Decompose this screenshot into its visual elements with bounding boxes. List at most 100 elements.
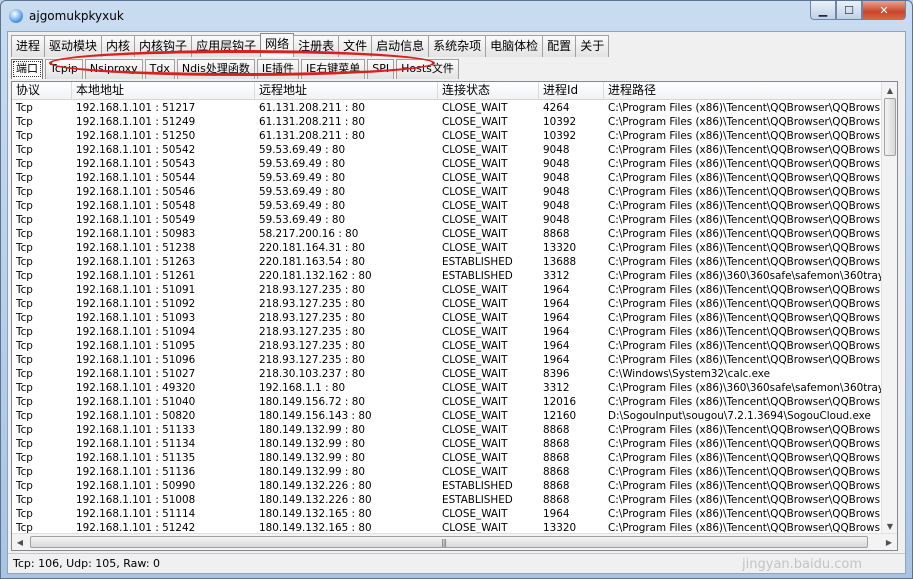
table-cell: 192.168.1.1 : 80 [259,382,346,394]
table-row[interactable]: Tcp 192.168.1.101 : 50983 58.217.200.16 : … [12,227,882,241]
table-row[interactable]: Tcp 192.168.1.101 : 51217 61.131.208.211 :… [12,101,882,115]
vertical-scroll-thumb[interactable] [884,98,896,156]
table-row[interactable]: Tcp 192.168.1.101 : 51261 220.181.132.162 … [12,269,882,283]
table-cell: CLOSE_WAIT [442,396,508,408]
grip-icon: ||| [441,538,447,547]
table-row[interactable]: Tcp 192.168.1.101 : 51250 61.131.208.211 :… [12,129,882,143]
column-header[interactable]: 连接状态 [438,82,539,100]
title-bar[interactable]: ajgomukpkyxuk ▁ ☐ ✕ [1,1,912,31]
table-row[interactable]: Tcp 192.168.1.101 : 50549 59.53.69.49 : 80… [12,213,882,227]
minimize-button[interactable]: ▁ [810,1,836,20]
table-cell: Tcp [16,340,33,352]
column-header[interactable]: 远程地址 [255,82,438,100]
table-row[interactable]: Tcp 192.168.1.101 : 51238 220.181.164.31 :… [12,241,882,255]
table-row[interactable]: Tcp 192.168.1.101 : 51040 180.149.156.72 :… [12,395,882,409]
table-row[interactable]: Tcp 192.168.1.101 : 50548 59.53.69.49 : 80… [12,199,882,213]
table-row[interactable]: Tcp 192.168.1.101 : 50543 59.53.69.49 : 80… [12,157,882,171]
main-tab[interactable]: 系统杂项 [428,35,487,57]
table-cell: C:\Program Files (x86)\Tencent\QQBrowser… [608,326,882,338]
table-row[interactable]: Tcp 192.168.1.101 : 50542 59.53.69.49 : 80… [12,143,882,157]
column-header[interactable]: 本地地址 [72,82,255,100]
table-cell: Tcp [16,410,33,422]
table-cell: 218.93.127.235 : 80 [259,326,365,338]
table-row[interactable]: Tcp 192.168.1.101 : 51095 218.93.127.235 :… [12,339,882,353]
table-cell: C:\Program Files (x86)\Tencent\QQBrowser… [608,438,882,450]
table-cell: 192.168.1.101 : 51261 [76,270,196,282]
column-header[interactable]: 协议 [12,82,72,100]
table-cell: 218.93.127.235 : 80 [259,298,365,310]
table-cell: 59.53.69.49 : 80 [259,158,346,170]
table-cell: Tcp [16,438,33,450]
column-header[interactable]: 进程路径 [604,82,882,100]
table-row[interactable]: Tcp 192.168.1.101 : 51136 180.149.132.99 :… [12,465,882,479]
table-cell: 192.168.1.101 : 51263 [76,256,196,268]
table-cell: C:\Program Files (x86)\Tencent\QQBrowser… [608,298,882,310]
table-cell: 9048 [543,158,570,170]
table-row[interactable]: Tcp 192.168.1.101 : 51093 218.93.127.235 :… [12,311,882,325]
table-row[interactable]: Tcp 192.168.1.101 : 51091 218.93.127.235 :… [12,283,882,297]
table-cell: C:\Program Files (x86)\Tencent\QQBrowser… [608,242,882,254]
table-row[interactable]: Tcp 192.168.1.101 : 51096 218.93.127.235 :… [12,353,882,367]
table-cell: 192.168.1.101 : 51040 [76,396,196,408]
table-cell: 1964 [543,284,570,296]
table-cell: CLOSE_WAIT [442,214,508,226]
table-cell: 180.149.132.99 : 80 [259,466,365,478]
scroll-down-icon[interactable]: ▼ [882,518,897,534]
table-cell: C:\Program Files (x86)\360\360safe\safem… [608,382,882,394]
table-row[interactable]: Tcp 192.168.1.101 : 51092 218.93.127.235 :… [12,297,882,311]
table-cell: 59.53.69.49 : 80 [259,214,346,226]
table-cell: CLOSE_WAIT [442,340,508,352]
horizontal-scrollbar[interactable]: ◀ ||| ▶ [12,533,897,550]
table-cell: 9048 [543,144,570,156]
table-row[interactable]: Tcp 192.168.1.101 : 50990 180.149.132.226 … [12,479,882,493]
vertical-scrollbar[interactable]: ▲ ▼ [881,82,897,534]
main-tab[interactable]: 电脑体检 [485,35,544,57]
table-cell: 8868 [543,480,570,492]
table-row[interactable]: Tcp 192.168.1.101 : 50546 59.53.69.49 : 80… [12,185,882,199]
table-cell: 192.168.1.101 : 51136 [76,466,196,478]
table-row[interactable]: Tcp 192.168.1.101 : 51263 220.181.163.54 :… [12,255,882,269]
maximize-button[interactable]: ☐ [836,1,862,20]
table-cell: Tcp [16,508,33,520]
table-cell: Tcp [16,298,33,310]
scroll-up-icon[interactable]: ▲ [882,82,897,98]
table-row[interactable]: Tcp 192.168.1.101 : 50820 180.149.156.143 … [12,409,882,423]
table-cell: 9048 [543,200,570,212]
horizontal-scroll-thumb[interactable]: ||| [30,536,868,548]
table-cell: C:\Program Files (x86)\Tencent\QQBrowser… [608,312,882,324]
connection-list[interactable]: 协议 本地地址 远程地址 连接状态 进程Id 进程路径 Tcp 192.168.1.101 … [11,81,898,551]
table-row[interactable]: Tcp 192.168.1.101 : 51094 218.93.127.235 :… [12,325,882,339]
table-row[interactable]: Tcp 192.168.1.101 : 51008 180.149.132.226 … [12,493,882,507]
window-controls: ▁ ☐ ✕ [810,1,906,20]
table-row[interactable]: Tcp 192.168.1.101 : 51134 180.149.132.99 :… [12,437,882,451]
table-row[interactable]: Tcp 192.168.1.101 : 50544 59.53.69.49 : 80… [12,171,882,185]
table-cell: CLOSE_WAIT [442,284,508,296]
sub-tab[interactable]: 端口 [11,59,43,79]
table-cell: Tcp [16,480,33,492]
main-tab[interactable]: 关于 [575,35,610,57]
table-row[interactable]: Tcp 192.168.1.101 : 51027 218.30.103.237 :… [12,367,882,381]
close-button[interactable]: ✕ [862,1,906,20]
window-title: ajgomukpkyxuk [29,9,124,23]
scroll-right-icon[interactable]: ▶ [881,534,897,550]
table-row[interactable]: Tcp 192.168.1.101 : 51249 61.131.208.211 :… [12,115,882,129]
column-header[interactable]: 进程Id [539,82,604,100]
table-row[interactable]: Tcp 192.168.1.101 : 51114 180.149.132.165 … [12,507,882,521]
table-cell: Tcp [16,284,33,296]
scroll-left-icon[interactable]: ◀ [12,534,28,550]
table-cell: 8868 [543,228,570,240]
app-icon [9,9,23,23]
minimize-icon: ▁ [818,3,828,17]
table-cell: Tcp [16,144,33,156]
table-cell: 192.168.1.101 : 50549 [76,214,196,226]
main-tab[interactable]: 进程 [11,35,46,57]
table-cell: CLOSE_WAIT [442,116,508,128]
table-cell: CLOSE_WAIT [442,228,508,240]
main-tab[interactable]: 配置 [542,35,577,57]
table-row[interactable]: Tcp 192.168.1.101 : 49320 192.168.1.1 : 80… [12,381,882,395]
table-row[interactable]: Tcp 192.168.1.101 : 51135 180.149.132.99 :… [12,451,882,465]
table-cell: CLOSE_WAIT [442,158,508,170]
table-cell: 192.168.1.101 : 49320 [76,382,196,394]
table-row[interactable]: Tcp 192.168.1.101 : 51133 180.149.132.99 :… [12,423,882,437]
table-cell: CLOSE_WAIT [442,368,508,380]
